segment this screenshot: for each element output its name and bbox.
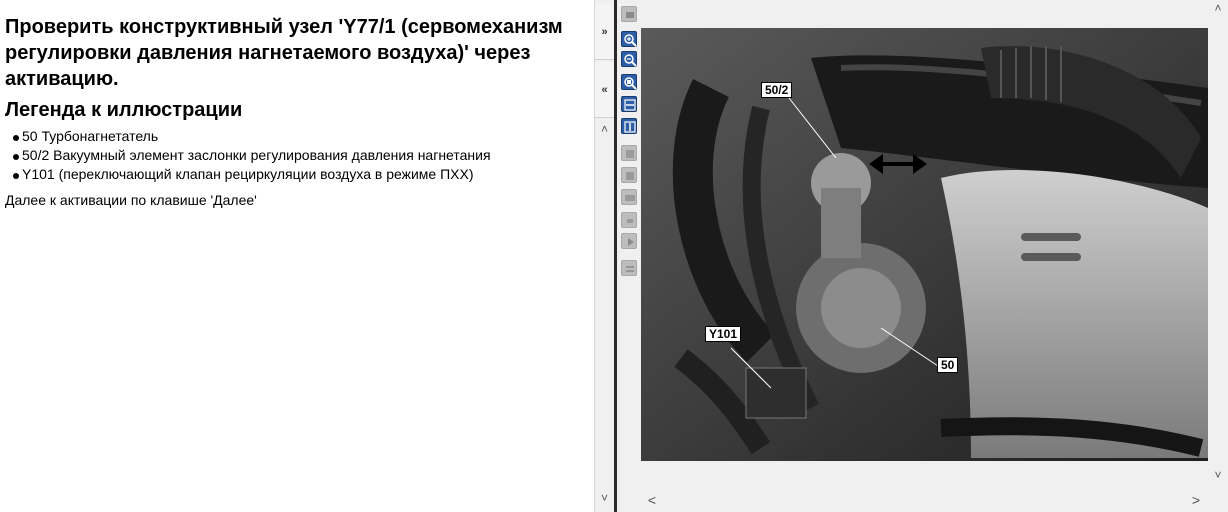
image-settings-icon bbox=[626, 12, 634, 18]
zoom-out-icon bbox=[624, 54, 637, 67]
hotspot-button[interactable] bbox=[621, 212, 637, 228]
fit-width-button[interactable] bbox=[621, 96, 637, 112]
legend-item: 50/2 Вакуумный элемент заслонки регулиро… bbox=[13, 146, 491, 165]
left-pane-scrollbar[interactable]: » « ˄ ˅ bbox=[594, 0, 614, 512]
legend-heading: Легенда к иллюстрации bbox=[5, 99, 243, 121]
engine-photo bbox=[641, 28, 1208, 461]
bullet-icon bbox=[13, 173, 19, 179]
previous-figure-icon bbox=[626, 150, 634, 158]
callout-50: 50 bbox=[937, 357, 959, 373]
instruction-pane: Проверить конструктивный узел 'Y77/1 (се… bbox=[0, 0, 594, 512]
image-settings-button[interactable] bbox=[621, 6, 637, 22]
scroll-down-icon[interactable]: ˅ bbox=[595, 490, 614, 506]
zoom-reset-button[interactable] bbox=[621, 74, 637, 90]
callout-y101: Y101 bbox=[705, 326, 742, 342]
legend-item: Y101 (переключающий клапан рециркуляции … bbox=[13, 165, 491, 184]
print-button[interactable] bbox=[621, 189, 637, 205]
zoom-reset-icon bbox=[624, 77, 637, 90]
list-icon bbox=[626, 266, 634, 272]
scroll-up-icon[interactable]: ˄ bbox=[595, 121, 614, 137]
collapse-right-button[interactable]: » bbox=[595, 4, 614, 60]
legend-item-text: 50/2 Вакуумный элемент заслонки регулиро… bbox=[22, 147, 491, 163]
hotspot-icon bbox=[627, 219, 633, 223]
legend-item-text: 50 Турбонагнетатель bbox=[22, 128, 159, 144]
image-vertical-scrollbar[interactable]: ˄ ˅ bbox=[1208, 0, 1228, 490]
scroll-right-icon[interactable]: > bbox=[1189, 492, 1203, 508]
zoom-in-icon bbox=[624, 34, 637, 47]
callout-50-2: 50/2 bbox=[761, 82, 793, 98]
rotate-button[interactable] bbox=[621, 167, 637, 183]
zoom-out-button[interactable] bbox=[621, 51, 637, 67]
engine-illustration[interactable]: 50/2 Y101 50 bbox=[641, 28, 1208, 461]
collapse-left-button[interactable]: « bbox=[595, 62, 614, 118]
scroll-left-icon[interactable]: < bbox=[645, 492, 659, 508]
page-title: Проверить конструктивный узел 'Y77/1 (се… bbox=[5, 16, 563, 90]
legend-item-text: Y101 (переключающий клапан рециркуляции … bbox=[22, 166, 474, 182]
scroll-up-icon[interactable]: ˄ bbox=[1208, 0, 1228, 16]
image-horizontal-scrollbar[interactable]: < > bbox=[641, 490, 1208, 510]
previous-figure-button[interactable] bbox=[621, 145, 637, 161]
next-hint-text: Далее к активации по клавише 'Далее' bbox=[5, 192, 257, 208]
bullet-icon bbox=[13, 154, 19, 160]
play-icon bbox=[628, 238, 634, 246]
list-button[interactable] bbox=[621, 260, 637, 276]
legend-list: 50 Турбонагнетатель 50/2 Вакуумный элеме… bbox=[13, 127, 491, 184]
bullet-icon bbox=[13, 135, 19, 141]
play-button[interactable] bbox=[621, 233, 637, 249]
rotate-icon bbox=[626, 172, 634, 180]
fit-height-icon bbox=[624, 121, 636, 133]
image-toolbar bbox=[617, 0, 641, 512]
zoom-in-button[interactable] bbox=[621, 31, 637, 47]
legend-item: 50 Турбонагнетатель bbox=[13, 127, 491, 146]
print-icon bbox=[625, 195, 635, 201]
illustration-pane: 50/2 Y101 50 ˄ ˅ < > bbox=[641, 0, 1228, 512]
app-window: Проверить конструктивный узел 'Y77/1 (се… bbox=[0, 0, 1228, 512]
fit-height-button[interactable] bbox=[621, 118, 637, 134]
scroll-down-icon[interactable]: ˅ bbox=[1208, 467, 1228, 483]
fit-width-icon bbox=[624, 99, 636, 111]
